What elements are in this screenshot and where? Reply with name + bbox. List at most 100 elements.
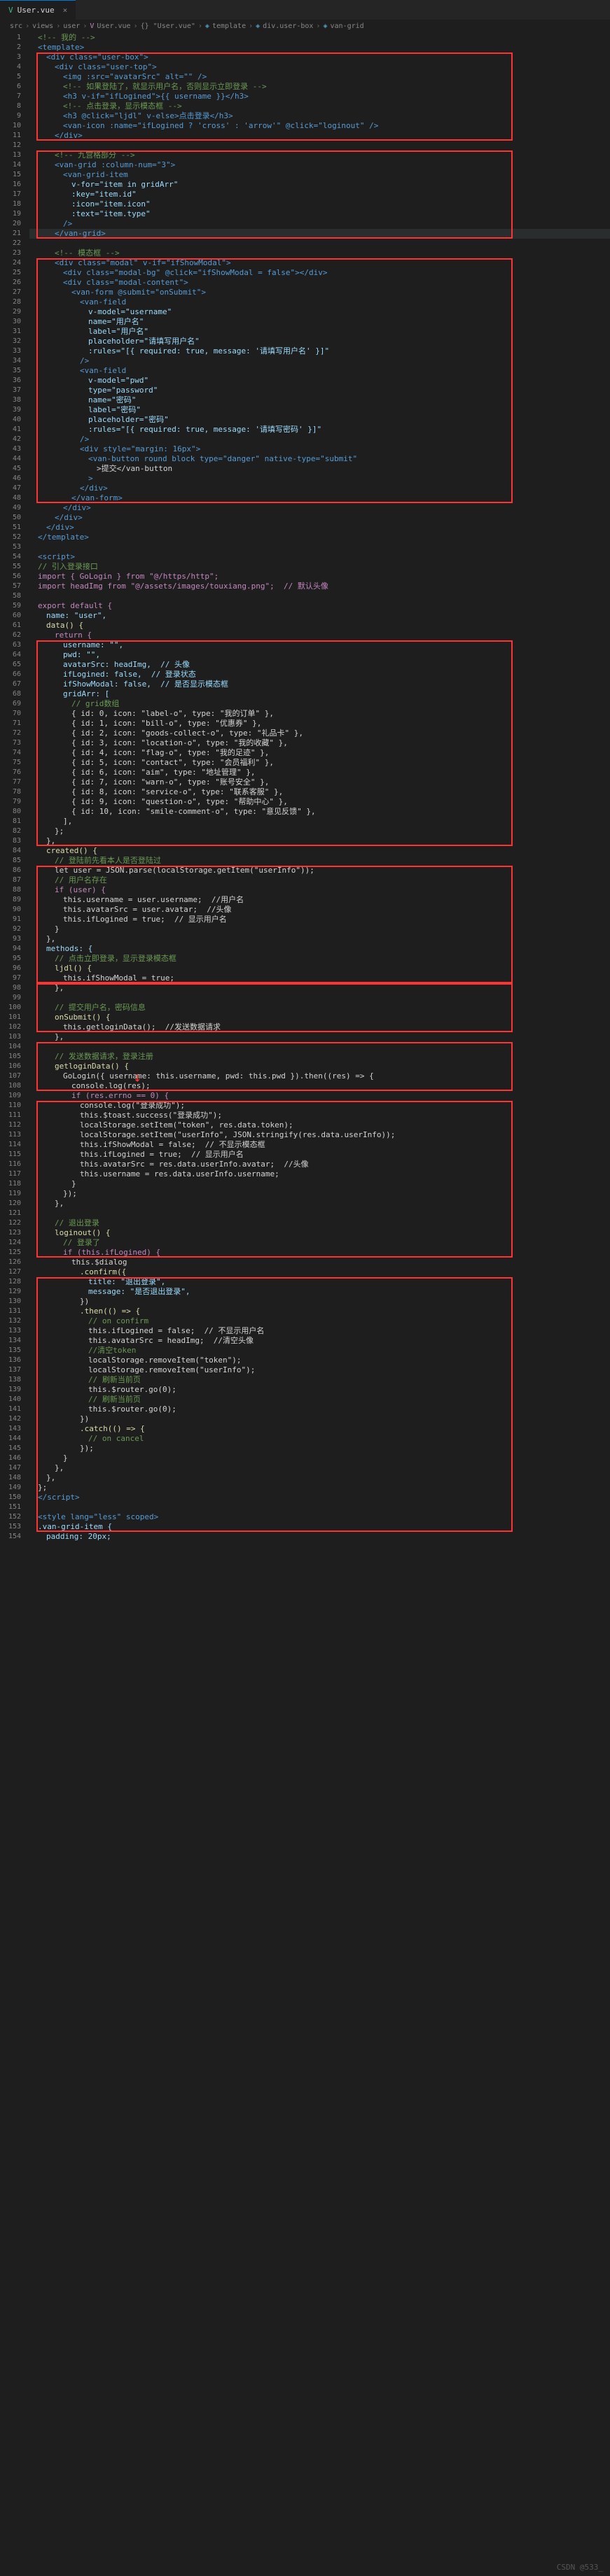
code-line: <div class="user-top"> <box>55 62 157 71</box>
code-line: <h3 v-if="ifLogined">{{ username }}</h3> <box>63 92 249 101</box>
code-line: <style lang="less" scoped> <box>38 1512 158 1521</box>
code-line: </template> <box>38 533 89 542</box>
code-line: </div> <box>63 503 91 512</box>
line-gutter: 1234567891011121314151617181920212223242… <box>0 33 29 1542</box>
code-line: this.ifShowModal = false; // 不显示模态框 <box>80 1140 265 1149</box>
code-line: // 发送数据请求，登录注册 <box>55 1052 153 1061</box>
code-line: }, <box>46 836 55 845</box>
code-line: if (user) { <box>55 885 106 894</box>
tag-icon: ◈ <box>205 22 209 30</box>
code-line: }, <box>46 934 55 943</box>
code-line <box>29 239 610 248</box>
breadcrumb: src› views› user› VUser.vue› {} "User.vu… <box>0 20 610 33</box>
code-line: // 刷新当前页 <box>88 1375 141 1384</box>
code-line: { id: 2, icon: "goods-collect-o", type: … <box>71 729 303 738</box>
crumb[interactable]: src <box>10 22 22 30</box>
code-line: this.$router.go(0); <box>88 1405 176 1414</box>
code-line: } <box>55 924 60 934</box>
code-line: <div class="user-box"> <box>46 52 148 62</box>
code-line: /> <box>80 435 89 444</box>
code-line: this.avatarSrc = headImg; //清空头像 <box>88 1336 254 1345</box>
code-line: <!-- 模态框 --> <box>55 248 120 258</box>
code-line: <van-field <box>80 366 126 375</box>
code-line: this.ifShowModal = true; <box>63 973 174 983</box>
code-line: ], <box>63 817 72 826</box>
code-line: <div class="modal-content"> <box>63 278 188 287</box>
code-line: { id: 0, icon: "label-o", type: "我的订单" }… <box>71 709 274 718</box>
code-line: data() { <box>46 621 83 630</box>
code-line: this.$router.go(0); <box>88 1385 176 1394</box>
code-line: { id: 5, icon: "contact", type: "会员福利" }… <box>71 758 274 767</box>
code-line: if (this.ifLogined) { <box>63 1248 160 1257</box>
code-line: </div> <box>55 513 83 522</box>
crumb[interactable]: {} "User.vue" <box>141 22 195 30</box>
code-editor[interactable]: 1234567891011121314151617181920212223242… <box>0 33 610 1542</box>
code-line: }) <box>80 1297 89 1306</box>
code-line: // grid数组 <box>71 699 119 708</box>
code-line: </script> <box>38 1493 80 1502</box>
code-line: avatarSrc: headImg, // 头像 <box>63 660 190 669</box>
code-line: }, <box>55 983 64 992</box>
code-line: <script> <box>38 552 75 561</box>
code-line: this.ifLogined = true; // 显示用户名 <box>63 915 227 924</box>
code-line: ifLogined: false, // 登录状态 <box>63 670 196 679</box>
tab-user-vue[interactable]: V User.vue × <box>0 0 76 20</box>
code-line: this.ifLogined = true; // 显示用户名 <box>80 1150 244 1159</box>
code-line: getloginData() { <box>55 1062 129 1071</box>
close-icon[interactable]: × <box>63 6 68 15</box>
code-line: { id: 8, icon: "service-o", type: "联系客服"… <box>71 787 283 796</box>
code-line: <!-- 点击登录，显示模态框 --> <box>63 101 182 111</box>
code-line: } <box>71 1179 76 1188</box>
code-line: let user = JSON.parse(localStorage.getIt… <box>55 866 314 875</box>
code-line: </div> <box>80 484 108 493</box>
code-line: placeholder="请填写用户名" <box>88 337 200 346</box>
crumb[interactable]: template <box>212 22 246 30</box>
code-line: { id: 9, icon: "question-o", type: "帮助中心… <box>71 797 288 806</box>
code-line: this.avatarSrc = res.data.userInfo.avata… <box>80 1160 309 1169</box>
code-line: /> <box>80 356 89 365</box>
code-line: :rules="[{ required: true, message: '请填写… <box>88 346 329 356</box>
tag-icon: ◈ <box>323 22 327 30</box>
code-line: { id: 3, icon: "location-o", type: "我的收藏… <box>71 738 288 747</box>
code-line: pwd: "", <box>63 650 100 659</box>
code-line: this.username = res.data.userInfo.userna… <box>80 1169 279 1178</box>
vue-icon: V <box>8 6 13 15</box>
code-line: message: "是否退出登录", <box>88 1287 190 1296</box>
code-line: title: "退出登录", <box>88 1277 165 1286</box>
code-line: gridArr: [ <box>63 689 109 698</box>
code-line: <van-field <box>80 297 126 307</box>
code-line: console.log(res); <box>71 1081 151 1090</box>
watermark: CSDN @533_ <box>557 2563 603 2572</box>
code-line: this.username = user.username; //用户名 <box>63 895 244 904</box>
code-line: }) <box>80 1414 89 1423</box>
code-line: { id: 4, icon: "flag-o", type: "我的足迹" }, <box>71 748 269 757</box>
crumb[interactable]: van-grid <box>330 22 363 30</box>
crumb[interactable]: views <box>32 22 53 30</box>
code-line: :text="item.type" <box>71 209 151 218</box>
code-line: { id: 6, icon: "aim", type: "地址管理" }, <box>71 768 256 777</box>
code-line: name: "user", <box>46 611 106 620</box>
code-line: //清空token <box>88 1346 136 1355</box>
crumb[interactable]: div.user-box <box>263 22 313 30</box>
code-line: <van-grid-item <box>63 170 128 179</box>
code-line: ljdl() { <box>55 964 92 973</box>
code-line: .van-grid-item { <box>38 1522 112 1531</box>
code-line: }); <box>63 1189 77 1198</box>
code-area[interactable]: ↘ <!-- 我的 --> <template> <div class="use… <box>29 33 610 1542</box>
code-line: this.getloginData(); //发送数据请求 <box>63 1022 221 1032</box>
code-line <box>29 1502 610 1512</box>
code-line: <!-- 如果登陆了，就显示用户名，否则显示立即登录 --> <box>63 82 267 91</box>
code-line: <h3 @click="ljdl" v-else>点击登录</h3> <box>63 111 233 120</box>
code-line: padding: 20px; <box>46 1532 111 1541</box>
code-line: /> <box>63 219 72 228</box>
code-line: </div> <box>55 131 83 140</box>
code-line: placeholder="密码" <box>88 415 169 424</box>
code-line: // 用户名存在 <box>55 875 107 885</box>
code-line: this.ifLogined = false; // 不显示用户名 <box>88 1326 264 1335</box>
code-line <box>29 993 610 1003</box>
crumb[interactable]: user <box>63 22 80 30</box>
code-line: <van-form @submit="onSubmit"> <box>71 288 206 297</box>
crumb[interactable]: User.vue <box>97 22 130 30</box>
code-line: > <box>88 474 93 483</box>
code-line: </div> <box>46 523 74 532</box>
